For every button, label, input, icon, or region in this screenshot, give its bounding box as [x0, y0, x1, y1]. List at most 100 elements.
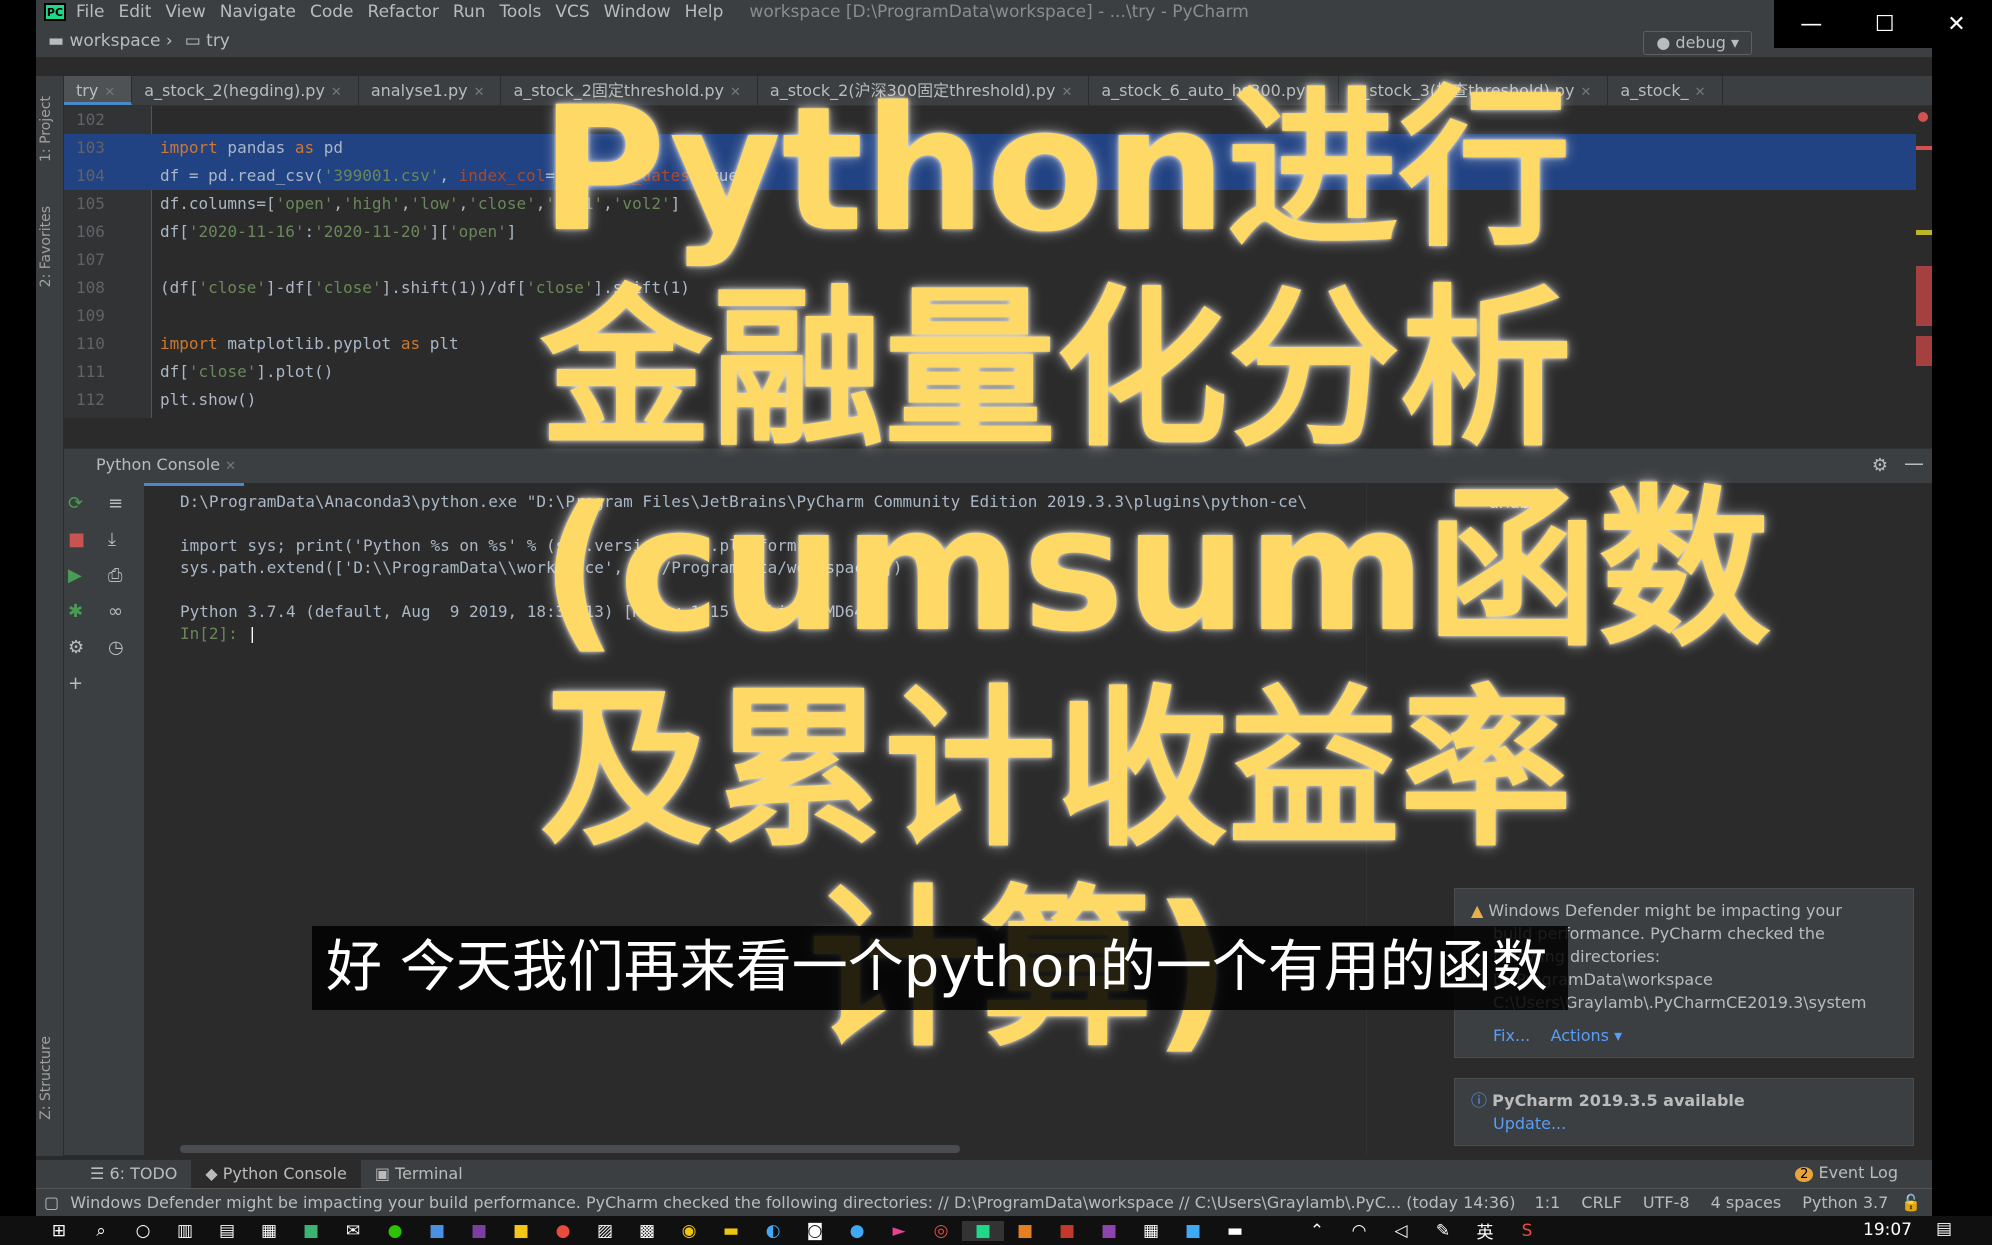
- app-icon[interactable]: ●: [836, 1221, 878, 1241]
- tray-chevron-icon[interactable]: ⌃: [1296, 1221, 1338, 1241]
- app-icon[interactable]: ▨: [584, 1221, 626, 1241]
- horizontal-scrollbar[interactable]: [180, 1145, 960, 1153]
- close-icon[interactable]: ✕: [1695, 85, 1706, 100]
- terminal-icon[interactable]: ▬: [1214, 1221, 1256, 1241]
- status-toggle-icon[interactable]: ▢: [44, 1193, 59, 1212]
- cortana-icon[interactable]: ○: [122, 1221, 164, 1241]
- taskbar-clock[interactable]: 19:07: [1863, 1220, 1912, 1240]
- error-marker[interactable]: [1916, 146, 1932, 150]
- scroll-to-end-icon[interactable]: ⤓: [108, 529, 116, 550]
- close-window-button[interactable]: ✕: [1947, 12, 1965, 37]
- edge-icon[interactable]: ◐: [752, 1221, 794, 1241]
- rerun-icon[interactable]: ⟳: [68, 493, 83, 514]
- mail-icon[interactable]: ✉: [332, 1221, 374, 1241]
- event-log-button[interactable]: 2 Event Log: [1781, 1159, 1912, 1189]
- run-config-select[interactable]: ● debug ▾: [1643, 31, 1752, 55]
- structure-tool-tab[interactable]: Z: Structure: [38, 1036, 54, 1120]
- menu-help[interactable]: Help: [685, 2, 724, 22]
- maximize-window-button[interactable]: ☐: [1875, 12, 1895, 37]
- start-icon[interactable]: ⊞: [38, 1221, 80, 1241]
- breadcrumb-try[interactable]: ▭ try: [185, 31, 230, 51]
- onenote-icon[interactable]: ■: [458, 1221, 500, 1241]
- tab-try[interactable]: try ✕: [64, 76, 133, 105]
- pycharm-taskbar-icon[interactable]: ■: [962, 1220, 1004, 1241]
- calculator-icon[interactable]: ▦: [1130, 1221, 1172, 1241]
- menu-run[interactable]: Run: [453, 2, 486, 22]
- run-icon[interactable]: ▶: [68, 565, 82, 586]
- menu-view[interactable]: View: [165, 2, 205, 22]
- video-icon[interactable]: ●: [542, 1221, 584, 1241]
- show-variables-icon[interactable]: ∞: [108, 601, 123, 622]
- favorites-tool-tab[interactable]: 2: Favorites: [38, 206, 54, 287]
- menu-refactor[interactable]: Refactor: [368, 2, 439, 22]
- folder-icon[interactable]: ▬: [710, 1221, 752, 1241]
- actions-link[interactable]: Actions ▾: [1551, 1026, 1623, 1045]
- breadcrumb-workspace[interactable]: ▬ workspace ›: [48, 31, 173, 51]
- error-marker[interactable]: [1916, 336, 1932, 366]
- sogou-icon[interactable]: S: [1506, 1221, 1548, 1241]
- tab-a-stock[interactable]: a_stock_ ✕: [1608, 76, 1723, 105]
- update-link[interactable]: Update...: [1493, 1114, 1566, 1133]
- menu-file[interactable]: File: [76, 2, 104, 22]
- new-console-icon[interactable]: +: [68, 673, 83, 694]
- close-icon[interactable]: ✕: [1580, 85, 1591, 100]
- search-icon[interactable]: ⌕: [80, 1221, 122, 1241]
- debug-icon[interactable]: ✱: [68, 601, 83, 622]
- status-message[interactable]: Windows Defender might be impacting your…: [70, 1193, 1515, 1212]
- minimize-window-button[interactable]: —: [1800, 12, 1822, 37]
- app-icon[interactable]: ▦: [248, 1221, 290, 1241]
- tab-analyse1[interactable]: analyse1.py ✕: [359, 76, 502, 105]
- volume-icon[interactable]: ◁: [1380, 1221, 1422, 1241]
- app-icon[interactable]: ▤: [206, 1221, 248, 1241]
- print-icon[interactable]: ⎙: [108, 565, 122, 586]
- app-icon[interactable]: ►: [878, 1221, 920, 1241]
- settings-icon[interactable]: ⚙: [68, 637, 84, 658]
- camera-icon[interactable]: ◙: [794, 1221, 836, 1241]
- tab-a-stock-2-hegding[interactable]: a_stock_2(hegding).py ✕: [132, 76, 359, 105]
- close-icon[interactable]: ✕: [225, 459, 236, 474]
- app-icon[interactable]: ◎: [920, 1221, 962, 1241]
- tab-python-console[interactable]: Python Console ✕: [88, 449, 245, 486]
- error-stripe[interactable]: [1916, 106, 1932, 418]
- pen-icon[interactable]: ✎: [1422, 1221, 1464, 1241]
- chrome-icon[interactable]: ◉: [668, 1221, 710, 1241]
- file-encoding[interactable]: UTF-8: [1643, 1193, 1690, 1212]
- notification-center-icon[interactable]: ▤: [1936, 1219, 1952, 1239]
- indent-setting[interactable]: 4 spaces: [1711, 1193, 1782, 1212]
- close-icon[interactable]: ✕: [104, 85, 115, 100]
- error-indicator-icon[interactable]: [1918, 112, 1928, 122]
- app-icon[interactable]: ■: [1172, 1221, 1214, 1241]
- wifi-icon[interactable]: ◠: [1338, 1221, 1380, 1241]
- menu-code[interactable]: Code: [310, 2, 354, 22]
- terminal-tool-button[interactable]: ▣ Terminal: [361, 1160, 477, 1188]
- app-icon[interactable]: ■: [1004, 1221, 1046, 1241]
- soft-wrap-icon[interactable]: ≡: [108, 493, 123, 514]
- wechat-icon[interactable]: ●: [374, 1221, 416, 1241]
- gear-icon[interactable]: ⚙: [1872, 455, 1888, 476]
- todo-tool-button[interactable]: ☰ 6: TODO: [76, 1160, 191, 1188]
- history-icon[interactable]: ◷: [108, 637, 124, 658]
- app-icon[interactable]: ■: [1046, 1221, 1088, 1241]
- interpreter[interactable]: Python 3.7: [1802, 1193, 1888, 1212]
- close-icon[interactable]: ✕: [474, 85, 485, 100]
- line-separator[interactable]: CRLF: [1581, 1193, 1621, 1212]
- ime-indicator[interactable]: 英: [1464, 1218, 1506, 1243]
- menu-navigate[interactable]: Navigate: [220, 2, 296, 22]
- stop-icon[interactable]: ■: [68, 529, 85, 550]
- menu-vcs[interactable]: VCS: [555, 2, 589, 22]
- store-icon[interactable]: ▩: [626, 1221, 668, 1241]
- menu-edit[interactable]: Edit: [118, 2, 151, 22]
- warning-marker[interactable]: [1916, 230, 1932, 235]
- python-console-tool-button[interactable]: ◆ Python Console: [191, 1160, 361, 1188]
- project-tool-tab[interactable]: 1: Project: [38, 96, 54, 162]
- task-view-icon[interactable]: ▥: [164, 1221, 206, 1241]
- lock-icon[interactable]: 🔓: [1901, 1193, 1921, 1212]
- caret-position[interactable]: 1:1: [1535, 1193, 1561, 1212]
- menu-window[interactable]: Window: [604, 2, 671, 22]
- app-icon[interactable]: ■: [290, 1221, 332, 1241]
- error-marker[interactable]: [1916, 266, 1932, 326]
- app-icon[interactable]: ■: [500, 1221, 542, 1241]
- minimize-icon[interactable]: —: [1904, 451, 1924, 475]
- close-icon[interactable]: ✕: [331, 85, 342, 100]
- app-icon[interactable]: ■: [1088, 1221, 1130, 1241]
